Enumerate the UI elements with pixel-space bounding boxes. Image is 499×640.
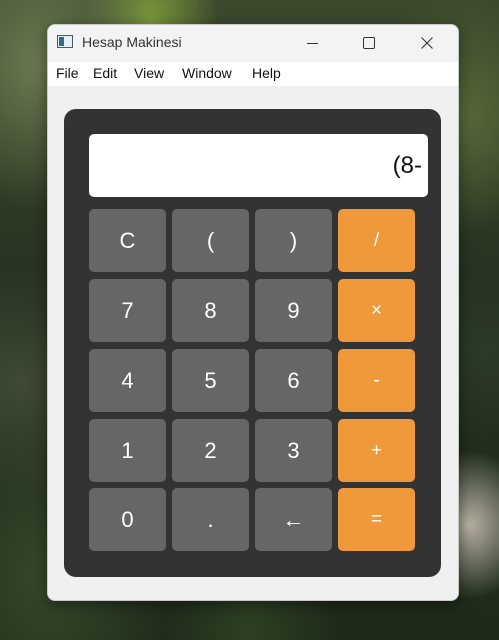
decimal-point-button[interactable]: . — [172, 488, 249, 551]
digit-0-button[interactable]: 0 — [89, 488, 166, 551]
app-icon — [57, 35, 73, 48]
menu-window[interactable]: Window — [182, 65, 232, 81]
window-title: Hesap Makinesi — [82, 34, 182, 50]
menu-view[interactable]: View — [134, 65, 164, 81]
menu-bar: File Edit View Window Help — [48, 62, 458, 86]
multiply-button[interactable]: × — [338, 279, 415, 342]
close-icon — [421, 37, 433, 49]
digit-9-button[interactable]: 9 — [255, 279, 332, 342]
digit-6-button[interactable]: 6 — [255, 349, 332, 412]
digit-5-button[interactable]: 5 — [172, 349, 249, 412]
clear-button[interactable]: C — [89, 209, 166, 272]
digit-4-button[interactable]: 4 — [89, 349, 166, 412]
menu-file[interactable]: File — [56, 65, 79, 81]
maximize-icon — [363, 37, 375, 49]
calculator-panel: (8- C ( ) / 7 8 9 × 4 5 6 - 1 2 3 + 0 . … — [64, 109, 441, 577]
menu-edit[interactable]: Edit — [93, 65, 117, 81]
minus-button[interactable]: - — [338, 349, 415, 412]
calculator-window: Hesap Makinesi File Edit View Window Hel… — [47, 24, 459, 601]
plus-button[interactable]: + — [338, 419, 415, 482]
digit-1-button[interactable]: 1 — [89, 419, 166, 482]
title-bar[interactable]: Hesap Makinesi — [48, 25, 458, 61]
open-paren-button[interactable]: ( — [172, 209, 249, 272]
digit-2-button[interactable]: 2 — [172, 419, 249, 482]
menu-help[interactable]: Help — [252, 65, 281, 81]
digit-3-button[interactable]: 3 — [255, 419, 332, 482]
close-button[interactable] — [404, 25, 450, 61]
minimize-button[interactable] — [289, 25, 335, 61]
digit-7-button[interactable]: 7 — [89, 279, 166, 342]
equals-button[interactable]: = — [338, 488, 415, 551]
window-content: (8- C ( ) / 7 8 9 × 4 5 6 - 1 2 3 + 0 . … — [48, 86, 458, 600]
divide-button[interactable]: / — [338, 209, 415, 272]
maximize-button[interactable] — [346, 25, 392, 61]
minimize-icon — [306, 42, 318, 44]
digit-8-button[interactable]: 8 — [172, 279, 249, 342]
close-paren-button[interactable]: ) — [255, 209, 332, 272]
calculator-display: (8- — [89, 134, 428, 197]
backspace-button[interactable]: ← — [255, 488, 332, 551]
